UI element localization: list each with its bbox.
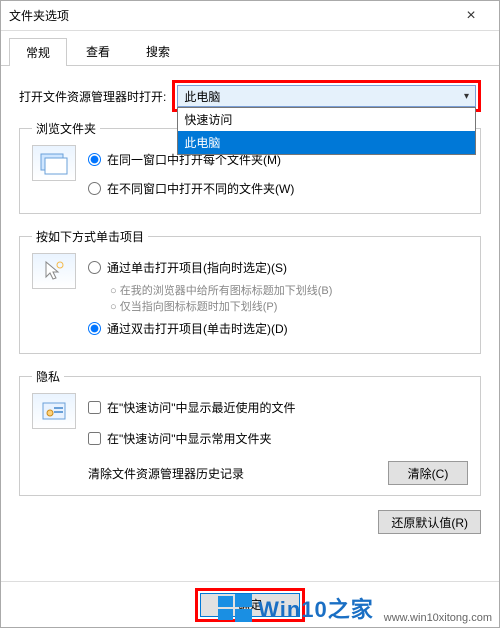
- tab-view[interactable]: 查看: [69, 37, 127, 65]
- radio-diff-window-input[interactable]: [88, 182, 101, 195]
- open-explorer-dropdown: 快速访问 此电脑: [177, 107, 476, 155]
- open-explorer-select-wrap: 此电脑 ▾ 快速访问 此电脑: [172, 80, 481, 112]
- clear-button[interactable]: 清除(C): [388, 461, 468, 485]
- cursor-icon: [32, 253, 76, 289]
- radio-single-click-input[interactable]: [88, 261, 101, 274]
- close-icon[interactable]: ×: [451, 4, 491, 28]
- chevron-down-icon: ▾: [464, 91, 469, 102]
- open-explorer-selected: 此电脑: [184, 88, 220, 105]
- check-recent-files[interactable]: 在"快速访问"中显示最近使用的文件: [88, 399, 468, 416]
- radio-single-click[interactable]: 通过单击打开项目(指向时选定)(S): [88, 259, 468, 276]
- option-this-pc[interactable]: 此电脑: [178, 131, 475, 154]
- radio-double-click[interactable]: 通过双击打开项目(单击时选定)(D): [88, 320, 468, 337]
- radio-double-click-input[interactable]: [88, 322, 101, 335]
- privacy-legend: 隐私: [32, 368, 64, 385]
- tab-general[interactable]: 常规: [9, 38, 67, 66]
- clear-history-row: 清除文件资源管理器历史记录 清除(C): [88, 461, 468, 485]
- sub-underline-hover: ○ 仅当指向图标标题时加下划线(P): [110, 298, 468, 314]
- clear-history-label: 清除文件资源管理器历史记录: [88, 465, 244, 482]
- watermark: Win10之家 www.win10xitong.com: [218, 592, 492, 624]
- window-title: 文件夹选项: [9, 7, 451, 24]
- check-freq-folders-input[interactable]: [88, 432, 101, 445]
- folder-options-window: 文件夹选项 × 常规 查看 搜索 打开文件资源管理器时打开: 此电脑 ▾ 快速访…: [0, 0, 500, 628]
- radio-diff-window[interactable]: 在不同窗口中打开不同的文件夹(W): [88, 180, 468, 197]
- click-legend: 按如下方式单击项目: [32, 228, 148, 245]
- privacy-icon: [32, 393, 76, 429]
- windows-logo-icon: [218, 593, 252, 623]
- check-recent-files-input[interactable]: [88, 401, 101, 414]
- privacy-group: 隐私 在"快速访问"中显示最近使用的文件 在"快速访问"中显示常用文件夹 清: [19, 368, 481, 496]
- titlebar: 文件夹选项 ×: [1, 1, 499, 31]
- radio-same-window-input[interactable]: [88, 153, 101, 166]
- restore-defaults-button[interactable]: 还原默认值(R): [378, 510, 481, 534]
- restore-row: 还原默认值(R): [19, 510, 481, 534]
- folder-window-icon: [32, 145, 76, 181]
- check-freq-folders[interactable]: 在"快速访问"中显示常用文件夹: [88, 430, 468, 447]
- option-quick-access[interactable]: 快速访问: [178, 108, 475, 131]
- open-explorer-row: 打开文件资源管理器时打开: 此电脑 ▾ 快速访问 此电脑: [19, 80, 481, 112]
- tab-bar: 常规 查看 搜索: [1, 31, 499, 66]
- open-explorer-select[interactable]: 此电脑 ▾: [177, 85, 476, 107]
- content-area: 打开文件资源管理器时打开: 此电脑 ▾ 快速访问 此电脑 浏览文件夹: [1, 66, 499, 581]
- watermark-brand: Win10之家: [258, 592, 374, 624]
- browse-legend: 浏览文件夹: [32, 120, 100, 137]
- sub-underline-all: ○ 在我的浏览器中给所有图标标题加下划线(B): [110, 282, 468, 298]
- open-explorer-label: 打开文件资源管理器时打开:: [19, 88, 166, 105]
- tab-search[interactable]: 搜索: [129, 37, 187, 65]
- click-items-group: 按如下方式单击项目 通过单击打开项目(指向时选定)(S) ○ 在我的浏览器中给所…: [19, 228, 481, 354]
- watermark-url: www.win10xitong.com: [384, 612, 492, 624]
